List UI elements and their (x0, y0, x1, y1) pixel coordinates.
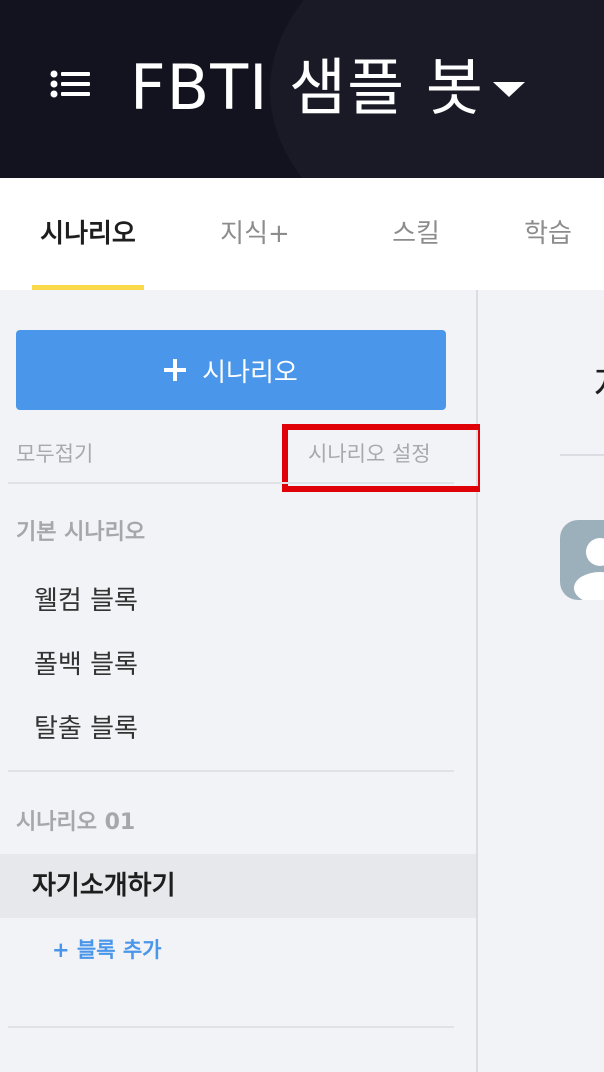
divider (8, 770, 454, 772)
divider (8, 1026, 454, 1028)
scenario-item-escape[interactable]: 탈출 블록 (34, 708, 138, 745)
collapse-all-link[interactable]: 모두접기 (16, 438, 93, 468)
main-title-partial: 자 (594, 354, 604, 409)
group-title-scenario-01: 시나리오 01 (16, 810, 136, 835)
tab-knowledge[interactable]: 지식+ (220, 178, 290, 290)
tab-label: 지식+ (220, 219, 290, 249)
bot-avatar-icon (560, 520, 604, 600)
add-block-link[interactable]: + 블록 추가 (52, 934, 162, 964)
main-content: 자 (480, 290, 604, 1072)
scenario-item-label: 자기소개하기 (32, 871, 176, 901)
plus-icon (164, 359, 187, 381)
hamburger-menu-icon[interactable] (50, 70, 92, 102)
add-scenario-label: 시나리오 (202, 357, 298, 388)
scenario-sidebar: 시나리오 모두접기 시나리오 설정 기본 시나리오 웰컴 블록 폴백 블록 탈출… (0, 290, 484, 1072)
group-title-default: 기본 시나리오 (16, 520, 146, 545)
main-tabs: 시나리오 지식+ 스킬 학습 (0, 178, 604, 290)
tab-skill[interactable]: 스킬 (388, 178, 444, 290)
scenario-item-welcome[interactable]: 웰컴 블록 (34, 580, 138, 617)
tab-scenario[interactable]: 시나리오 (32, 178, 144, 290)
main-divider (560, 454, 604, 456)
tab-label: 학습 (524, 219, 572, 249)
tab-label: 시나리오 (40, 219, 136, 249)
add-scenario-button[interactable]: 시나리오 (16, 330, 446, 410)
app-header: FBTI 샘플 봇 (0, 0, 604, 178)
tab-label: 스킬 (392, 219, 440, 249)
scenario-item-self-intro[interactable]: 자기소개하기 (0, 854, 476, 918)
caret-down-icon[interactable] (492, 80, 526, 98)
divider (8, 482, 454, 484)
scenario-item-fallback[interactable]: 폴백 블록 (34, 644, 138, 681)
tab-learning[interactable]: 학습 (520, 178, 576, 290)
bot-title[interactable]: FBTI 샘플 봇 (130, 46, 484, 130)
